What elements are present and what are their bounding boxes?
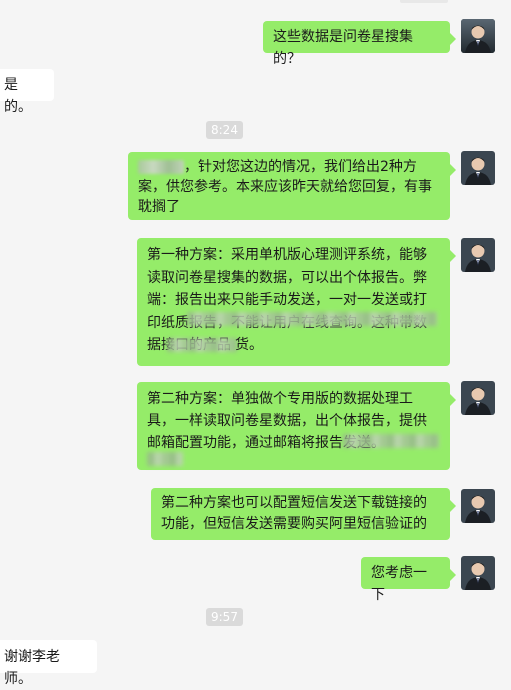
user-avatar-icon[interactable] (461, 19, 495, 53)
message-bubble-outgoing[interactable]: 这些数据是问卷星搜集的？ (263, 21, 456, 67)
message-text-tail: 货。 (235, 337, 263, 353)
user-avatar-icon[interactable] (461, 489, 495, 523)
message-bubble-outgoing[interactable]: 您考虑一下 (361, 557, 456, 603)
message-text: 谢谢李老师。 (4, 649, 60, 687)
previous-message-edge (400, 0, 448, 3)
message-bubble-outgoing[interactable]: 第一种方案：采用单机版心理测评系统，能够读取问卷星搜集的数据，可以出个体报告。弊… (137, 238, 456, 366)
message-bubble-outgoing[interactable]: ，针对您这边的情况，我们给出2种方案，供您参考。本来应该昨天就给您回复，有事耽搁… (128, 152, 456, 220)
user-avatar-icon[interactable] (461, 381, 495, 415)
message-bubble-incoming[interactable]: 谢谢李老师。 (0, 640, 97, 687)
message-text: 您考虑一下 (371, 565, 427, 603)
message-bubble-incoming[interactable]: 是的。 (0, 69, 54, 115)
message-bubble-outgoing[interactable]: 第二种方案也可以配置短信发送下载链接的功能，但短信发送需要购买阿里短信验证的 (151, 488, 456, 540)
message-text: 第二种方案也可以配置短信发送下载链接的功能，但短信发送需要购买阿里短信验证的 (161, 495, 427, 532)
message-text: 是的。 (4, 77, 32, 115)
message-text: 这些数据是问卷星搜集的？ (273, 29, 413, 67)
message-bubble-outgoing[interactable]: 第二种方案：单独做个专用版的数据处理工具，一样读取问卷星数据，出个体报告，提供邮… (137, 382, 456, 470)
user-avatar-icon[interactable] (461, 556, 495, 590)
redacted-name (138, 160, 184, 174)
user-avatar-icon[interactable] (461, 238, 495, 272)
redacted-text (187, 312, 437, 326)
redacted-text (167, 338, 237, 352)
timestamp: 9:57 (206, 608, 243, 626)
redacted-text (343, 434, 439, 448)
user-avatar-icon[interactable] (461, 151, 495, 185)
redacted-text (147, 452, 183, 466)
timestamp: 8:24 (206, 121, 243, 139)
